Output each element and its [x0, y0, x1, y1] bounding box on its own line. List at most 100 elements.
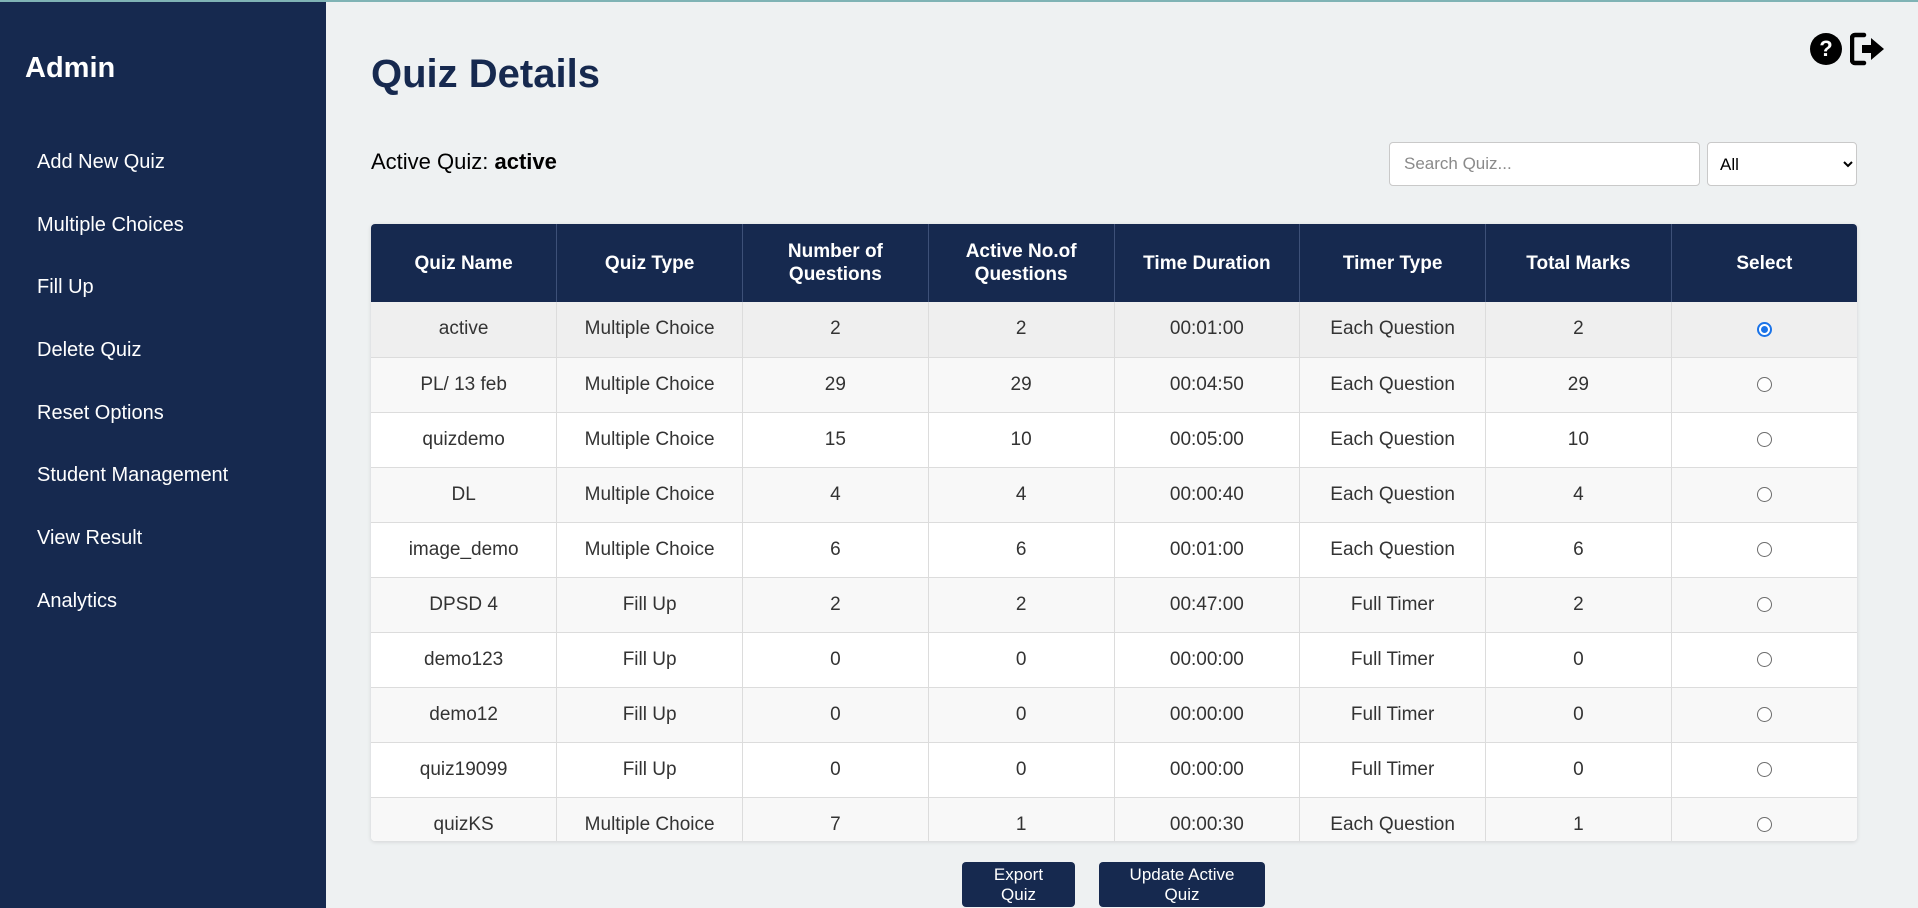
table-header-row: Quiz Name Quiz Type Number of Questions …	[371, 224, 1857, 302]
cell-active-questions: 1	[928, 797, 1115, 841]
cell-total-marks: 0	[1485, 632, 1672, 688]
table-row[interactable]: demo123 Fill Up 0 0 00:00:00 Full Timer 0	[371, 632, 1857, 688]
select-radio[interactable]	[1756, 761, 1772, 777]
cell-active-questions: 6	[928, 522, 1115, 578]
cell-quiz-name: quizdemo	[371, 412, 558, 468]
cell-total-marks: 10	[1485, 412, 1672, 468]
cell-timer-type: Full Timer	[1299, 687, 1486, 743]
active-quiz-indicator: Active Quiz: active	[371, 149, 557, 175]
cell-quiz-type: Fill Up	[556, 577, 743, 633]
sidebar-item-reset-options[interactable]: Reset Options	[0, 393, 326, 456]
cell-timer-type: Full Timer	[1299, 632, 1486, 688]
cell-time-duration: 00:05:00	[1114, 412, 1301, 468]
header-icons: ?	[1810, 32, 1886, 66]
logout-icon[interactable]	[1850, 32, 1886, 66]
cell-time-duration: 00:01:00	[1114, 522, 1301, 578]
cell-time-duration: 00:00:00	[1114, 632, 1301, 688]
select-radio[interactable]	[1756, 651, 1772, 667]
table-row[interactable]: demo12 Fill Up 0 0 00:00:00 Full Timer 0	[371, 687, 1857, 743]
cell-number-of-questions: 2	[742, 302, 929, 358]
cell-quiz-name: demo123	[371, 632, 558, 688]
cell-quiz-name: quizKS	[371, 797, 558, 841]
sidebar-item-add-new-quiz[interactable]: Add New Quiz	[0, 142, 326, 205]
sidebar-item-view-result[interactable]: View Result	[0, 518, 326, 581]
cell-number-of-questions: 2	[742, 577, 929, 633]
cell-select	[1671, 302, 1857, 358]
select-radio[interactable]	[1756, 706, 1772, 722]
cell-quiz-type: Multiple Choice	[556, 357, 743, 413]
cell-total-marks: 6	[1485, 522, 1672, 578]
table-row[interactable]: quiz19099 Fill Up 0 0 00:00:00 Full Timer 0	[371, 742, 1857, 798]
quiz-table-container[interactable]: Quiz Name Quiz Type Number of Questions …	[371, 224, 1857, 841]
cell-select	[1671, 742, 1857, 798]
sidebar-brand: Admin	[25, 52, 116, 84]
select-radio[interactable]	[1756, 486, 1772, 502]
cell-total-marks: 0	[1485, 687, 1672, 743]
cell-timer-type: Each Question	[1299, 467, 1486, 523]
cell-time-duration: 00:00:40	[1114, 467, 1301, 523]
sidebar-item-student-management[interactable]: Student Management	[0, 455, 326, 518]
cell-active-questions: 4	[928, 467, 1115, 523]
active-quiz-value: active	[494, 149, 557, 174]
table-row[interactable]: PL/ 13 feb Multiple Choice 29 29 00:04:50 Eac…	[371, 357, 1857, 413]
cell-timer-type: Each Question	[1299, 302, 1486, 358]
quiz-filter-select[interactable]: All	[1707, 142, 1857, 186]
sidebar: Admin Add New Quiz Multiple Choices Fill…	[0, 2, 326, 908]
sidebar-item-analytics[interactable]: Analytics	[0, 581, 326, 644]
sidebar-item-multiple-choices[interactable]: Multiple Choices	[0, 205, 326, 268]
cell-quiz-type: Multiple Choice	[556, 522, 743, 578]
sidebar-item-fill-up[interactable]: Fill Up	[0, 267, 326, 330]
select-radio[interactable]	[1756, 431, 1772, 447]
table-row[interactable]: quizKS Multiple Choice 7 1 00:00:30 Each Ques…	[371, 797, 1857, 841]
cell-active-questions: 29	[928, 357, 1115, 413]
cell-total-marks: 2	[1485, 577, 1672, 633]
export-quiz-button[interactable]: Export Quiz	[962, 862, 1075, 907]
cell-time-duration: 00:00:30	[1114, 797, 1301, 841]
cell-quiz-name: DL	[371, 467, 558, 523]
column-header-time-duration: Time Duration	[1114, 224, 1301, 302]
cell-quiz-name: active	[371, 302, 558, 358]
cell-quiz-name: quiz19099	[371, 742, 558, 798]
select-radio[interactable]	[1756, 816, 1772, 832]
cell-timer-type: Full Timer	[1299, 742, 1486, 798]
cell-timer-type: Each Question	[1299, 412, 1486, 468]
table-row[interactable]: image_demo Multiple Choice 6 6 00:01:00 Each …	[371, 522, 1857, 578]
cell-timer-type: Each Question	[1299, 797, 1486, 841]
select-radio[interactable]	[1756, 376, 1772, 392]
cell-total-marks: 29	[1485, 357, 1672, 413]
column-header-quiz-type: Quiz Type	[556, 224, 743, 302]
cell-select	[1671, 687, 1857, 743]
table-row[interactable]: quizdemo Multiple Choice 15 10 00:05:00 Each …	[371, 412, 1857, 468]
table-body: active Multiple Choice 2 2 00:01:00 Each Ques…	[371, 302, 1857, 841]
sidebar-item-delete-quiz[interactable]: Delete Quiz	[0, 330, 326, 393]
cell-quiz-type: Fill Up	[556, 632, 743, 688]
cell-active-questions: 0	[928, 632, 1115, 688]
cell-active-questions: 10	[928, 412, 1115, 468]
sidebar-menu: Add New Quiz Multiple Choices Fill Up De…	[0, 142, 326, 644]
search-input[interactable]	[1389, 142, 1700, 186]
cell-total-marks: 0	[1485, 742, 1672, 798]
column-header-active-questions: Active No.of Questions	[928, 224, 1115, 302]
select-radio[interactable]	[1756, 596, 1772, 612]
update-active-quiz-button[interactable]: Update Active Quiz	[1099, 862, 1265, 907]
cell-number-of-questions: 7	[742, 797, 929, 841]
main-content: Quiz Details ? Active Quiz: active All Q…	[326, 2, 1918, 908]
column-header-timer-type: Timer Type	[1299, 224, 1486, 302]
cell-quiz-type: Multiple Choice	[556, 797, 743, 841]
cell-select	[1671, 577, 1857, 633]
cell-timer-type: Full Timer	[1299, 577, 1486, 633]
cell-select	[1671, 412, 1857, 468]
cell-quiz-name: DPSD 4	[371, 577, 558, 633]
help-icon[interactable]: ?	[1810, 33, 1842, 65]
column-header-quiz-name: Quiz Name	[371, 224, 558, 302]
cell-active-questions: 0	[928, 742, 1115, 798]
cell-time-duration: 00:01:00	[1114, 302, 1301, 358]
column-header-number-of-questions: Number of Questions	[742, 224, 929, 302]
table-row[interactable]: active Multiple Choice 2 2 00:01:00 Each Ques…	[371, 302, 1857, 358]
cell-number-of-questions: 0	[742, 742, 929, 798]
cell-timer-type: Each Question	[1299, 522, 1486, 578]
table-row[interactable]: DL Multiple Choice 4 4 00:00:40 Each Question…	[371, 467, 1857, 523]
table-row[interactable]: DPSD 4 Fill Up 2 2 00:47:00 Full Timer 2	[371, 577, 1857, 633]
select-radio[interactable]	[1756, 321, 1772, 337]
select-radio[interactable]	[1756, 541, 1772, 557]
